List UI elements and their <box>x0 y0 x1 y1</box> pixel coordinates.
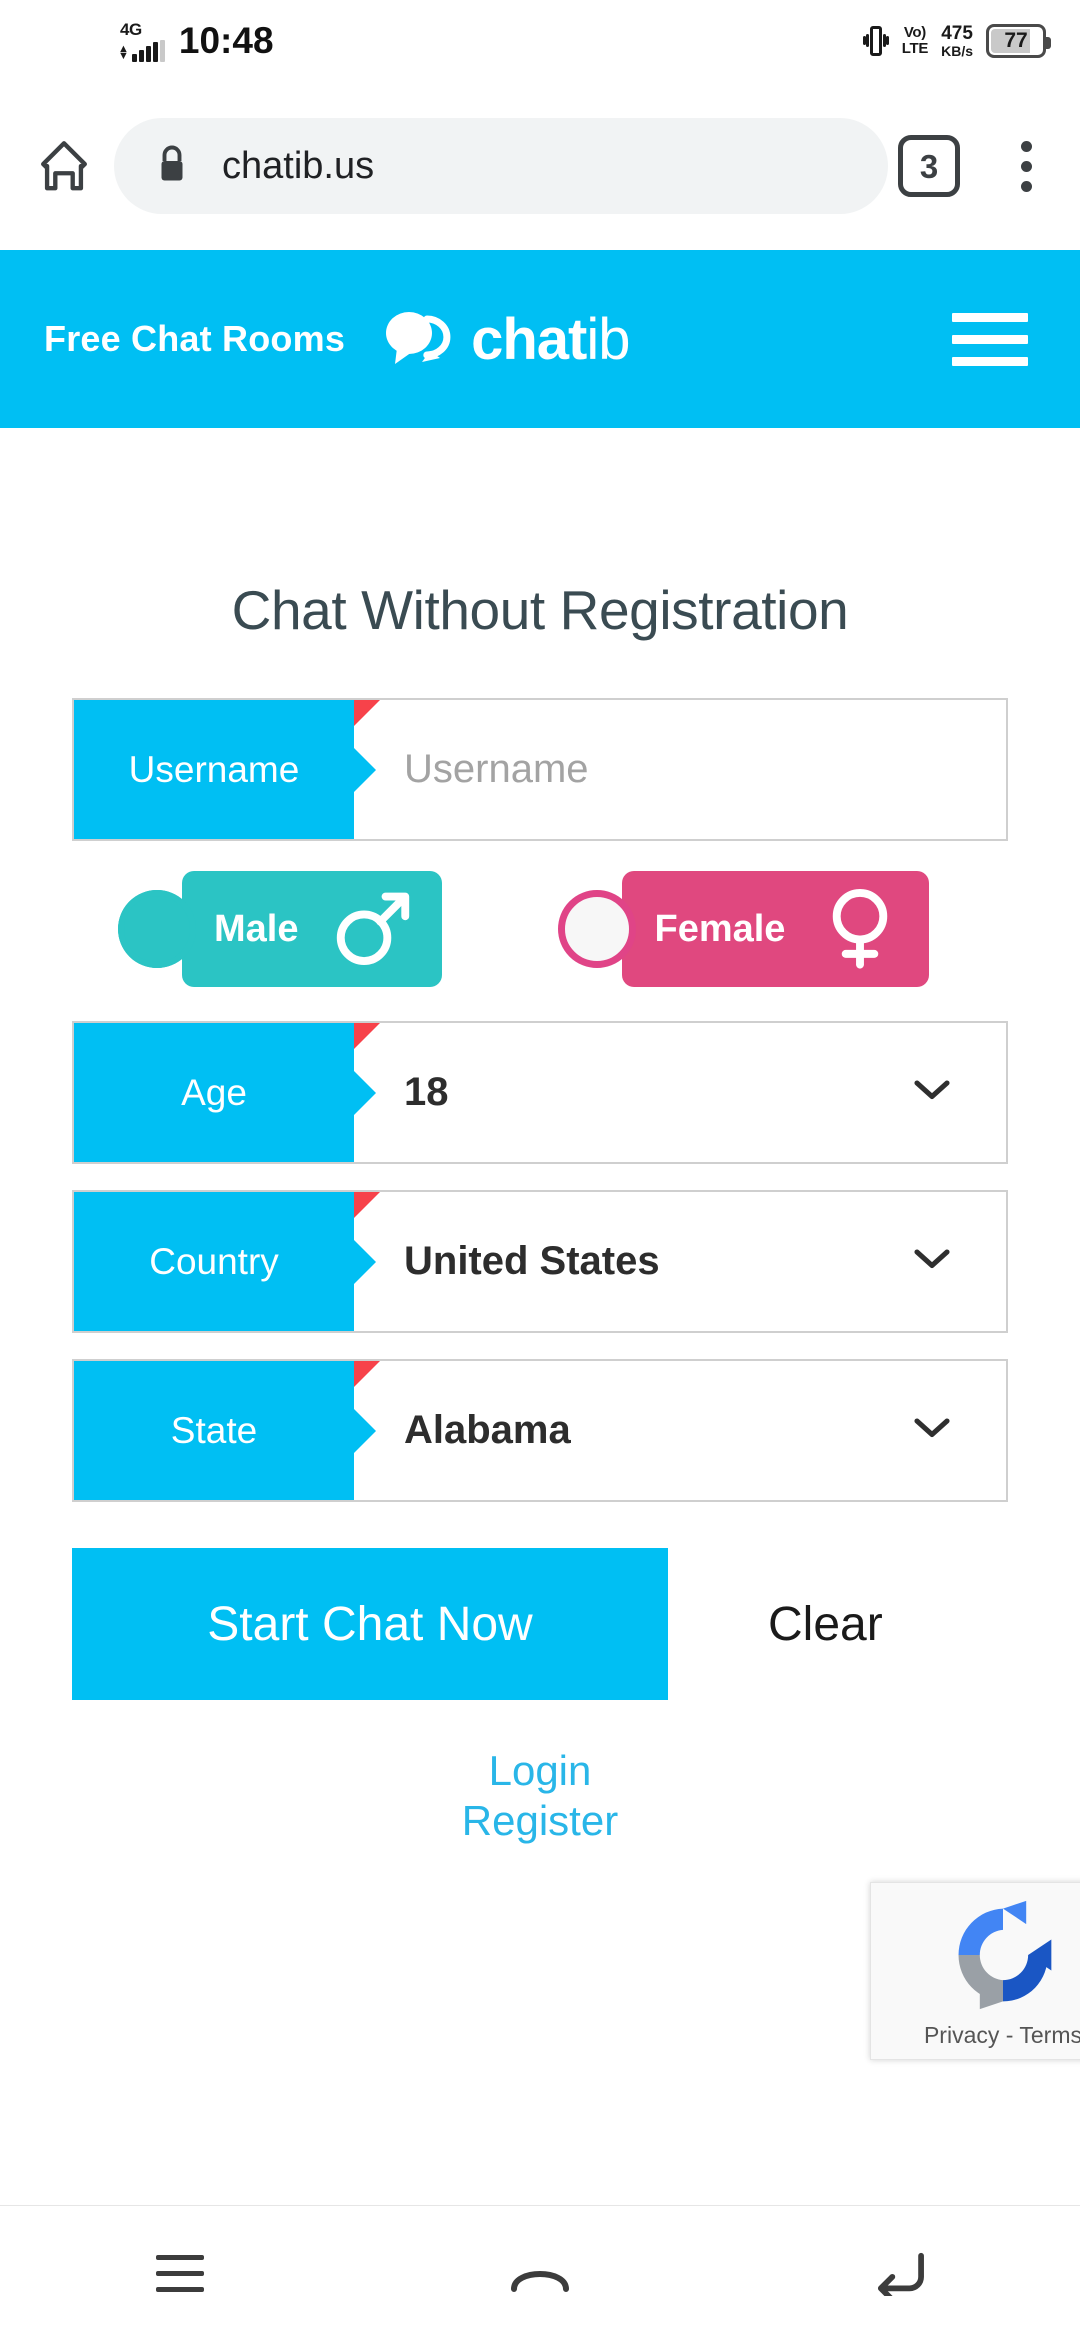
clear-button[interactable]: Clear <box>768 1597 883 1652</box>
required-marker-username <box>354 700 380 726</box>
site-wordmark: chatib <box>471 306 630 373</box>
signal-bars-icon: 4G ▲ ▼ <box>118 21 165 62</box>
female-button[interactable]: Female <box>622 871 930 987</box>
chevron-down-icon-state[interactable] <box>914 1416 950 1445</box>
tab-counter-button[interactable]: 3 <box>898 135 960 197</box>
field-username[interactable]: Username Username <box>72 698 1008 841</box>
field-label-state: State <box>74 1361 354 1500</box>
back-nav-icon[interactable] <box>820 2223 980 2323</box>
url-bar[interactable]: chatib.us <box>114 118 888 214</box>
required-marker-country <box>354 1192 380 1218</box>
wordmark-light: ib <box>586 306 630 372</box>
gender-option-female[interactable]: Female <box>558 871 930 987</box>
register-link[interactable]: Register <box>0 1796 1080 1846</box>
phone-screen: 4G ▲ ▼ 10:48 Vo) LTE 475 KB/s 77 chatib.… <box>0 0 1080 2340</box>
site-logo[interactable]: chatib <box>381 306 630 373</box>
hamburger-menu-icon[interactable] <box>952 312 1028 366</box>
volte-icon: Vo) LTE <box>901 24 929 57</box>
radio-male[interactable] <box>118 890 196 968</box>
home-nav-icon[interactable] <box>460 2223 620 2323</box>
status-bar-left: 4G ▲ ▼ 10:48 <box>0 20 274 62</box>
age-select[interactable]: 18 <box>354 1023 1006 1162</box>
network-type-label: 4G <box>120 19 142 39</box>
chevron-down-icon-country[interactable] <box>914 1247 950 1276</box>
volte-line-1: Vo) <box>903 24 926 42</box>
battery-icon: 77 <box>986 24 1051 58</box>
site-tagline: Free Chat Rooms <box>44 318 346 359</box>
field-state[interactable]: State Alabama <box>72 1359 1008 1502</box>
android-nav-bar <box>0 2205 1080 2340</box>
battery-level-label: 77 <box>1004 29 1028 52</box>
radio-female[interactable] <box>558 890 637 968</box>
field-country[interactable]: Country United States <box>72 1190 1008 1333</box>
recaptcha-badge[interactable]: Privacy - Terms <box>870 1882 1080 2060</box>
gender-selector: Male Female <box>0 871 1080 987</box>
field-age[interactable]: Age 18 <box>72 1021 1008 1164</box>
required-marker-state <box>354 1361 380 1387</box>
field-label-age: Age <box>74 1023 354 1162</box>
field-label-country: Country <box>74 1192 354 1331</box>
login-link[interactable]: Login <box>0 1746 1080 1796</box>
page-title: Chat Without Registration <box>231 579 849 641</box>
status-bar-right: Vo) LTE 475 KB/s 77 <box>862 22 1051 59</box>
volte-line-2: LTE <box>901 40 929 57</box>
chevron-down-icon-age[interactable] <box>914 1078 950 1107</box>
status-bar-clock: 10:48 <box>178 20 274 61</box>
vibrate-icon <box>862 24 889 58</box>
status-bar: 4G ▲ ▼ 10:48 Vo) LTE 475 KB/s 77 <box>0 0 1080 82</box>
auth-links: Login Register <box>0 1746 1080 1845</box>
browser-toolbar: chatib.us 3 <box>0 82 1080 250</box>
page-content: Chat Without Registration Username Usern… <box>0 428 1080 1845</box>
wordmark-bold: chat <box>471 306 587 372</box>
username-input[interactable]: Username <box>354 700 1006 839</box>
country-select[interactable]: United States <box>354 1192 1006 1331</box>
network-speed-unit: KB/s <box>941 42 973 59</box>
form-actions: Start Chat Now Clear <box>0 1548 1080 1700</box>
registration-form: Username Username Male Female Age 18 Cou… <box>0 698 1080 1845</box>
network-speed-value: 475 <box>941 22 973 44</box>
site-header: Free Chat Rooms chatib <box>0 250 1080 428</box>
recaptcha-privacy-terms[interactable]: Privacy - Terms <box>924 2022 1080 2049</box>
female-gender-icon <box>817 884 903 975</box>
start-chat-button[interactable]: Start Chat Now <box>72 1548 668 1700</box>
male-label: Male <box>214 907 299 950</box>
required-marker-age <box>354 1023 380 1049</box>
home-icon[interactable] <box>16 137 112 195</box>
female-label: Female <box>654 907 786 950</box>
kebab-menu-icon[interactable] <box>994 140 1058 192</box>
network-speed-indicator: 475 KB/s <box>941 22 973 59</box>
tab-count-label: 3 <box>919 147 939 185</box>
recaptcha-logo <box>940 1897 1066 2018</box>
url-text: chatib.us <box>222 144 375 187</box>
recents-icon[interactable] <box>100 2223 260 2323</box>
male-button[interactable]: Male <box>182 871 443 987</box>
chat-bubbles-logo <box>381 306 455 373</box>
field-label-username: Username <box>74 700 354 839</box>
male-gender-icon <box>330 884 416 975</box>
lock-icon <box>154 143 190 190</box>
gender-option-male[interactable]: Male <box>118 871 443 987</box>
state-select[interactable]: Alabama <box>354 1361 1006 1500</box>
